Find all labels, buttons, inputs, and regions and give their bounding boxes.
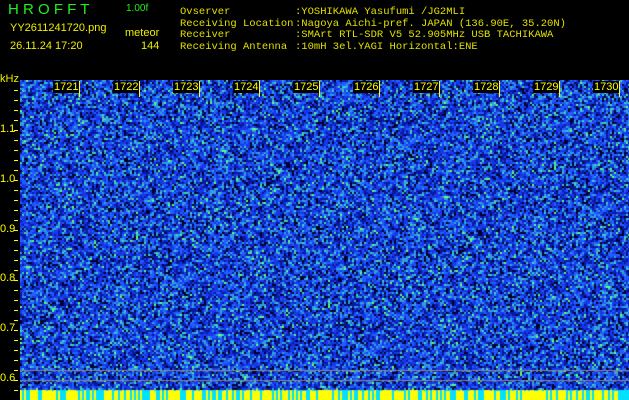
time-label: 1728 <box>473 81 500 93</box>
time-label: 1730 <box>593 81 620 93</box>
time-tick <box>559 81 560 97</box>
version-label: 1.00f <box>126 3 149 14</box>
y-minor-tick <box>14 270 18 271</box>
y-minor-tick <box>14 370 18 371</box>
y-minor-tick <box>14 390 18 391</box>
y-minor-tick <box>14 220 18 221</box>
spectrogram <box>20 80 629 400</box>
y-minor-tick <box>14 200 18 201</box>
datetime-label: 26.11.24 17:20 <box>10 40 83 52</box>
y-minor-tick <box>14 350 18 351</box>
time-label: 1723 <box>173 81 200 93</box>
time-tick <box>259 81 260 97</box>
time-label: 1729 <box>533 81 560 93</box>
y-minor-tick <box>14 90 18 91</box>
y-minor-tick <box>14 360 18 361</box>
filename-label: YY2611241720.png <box>10 22 107 34</box>
y-tick-label: 1.1 <box>0 123 16 135</box>
y-tick-label: 0.7 <box>0 322 16 335</box>
y-tick-label: 0.6 <box>0 372 16 384</box>
info-label-receiver: Receiver <box>180 29 231 41</box>
y-minor-tick <box>14 190 18 191</box>
y-minor-tick <box>14 250 18 251</box>
y-minor-tick <box>14 320 18 321</box>
info-label-antenna: Receiving Antenna <box>180 40 288 53</box>
info-value-receiver: :SMArt RTL-SDR V5 52.905MHz USB TACHIKAW… <box>295 29 554 41</box>
y-minor-tick <box>14 160 18 161</box>
y-minor-tick <box>14 260 18 261</box>
y-minor-tick <box>14 170 18 171</box>
info-value-antenna: :10mH 3el.YAGI Horizontal:ENE <box>295 40 478 53</box>
time-tick <box>79 81 80 97</box>
y-minor-tick <box>14 110 18 111</box>
time-tick <box>619 81 620 97</box>
info-label-observer: Ovserver <box>180 6 231 18</box>
y-minor-tick <box>14 140 18 141</box>
y-minor-tick <box>14 310 18 311</box>
time-tick <box>439 81 440 97</box>
app-title: H R O F F T <box>8 1 90 18</box>
y-minor-tick <box>14 290 18 291</box>
time-tick <box>319 81 320 97</box>
y-minor-tick <box>14 210 18 211</box>
time-label: 1721 <box>53 81 80 93</box>
time-label: 1722 <box>113 81 140 93</box>
y-unit-label: kHz <box>0 73 19 85</box>
y-tick-label: 1.0 <box>0 172 16 185</box>
y-minor-tick <box>14 300 18 301</box>
time-tick <box>139 81 140 97</box>
time-label: 1726 <box>353 81 380 93</box>
time-tick <box>379 81 380 97</box>
y-tick-label: 0.8 <box>0 272 16 285</box>
time-label: 1725 <box>293 81 320 93</box>
y-minor-tick <box>14 120 18 121</box>
time-label: 1727 <box>413 81 440 93</box>
y-minor-tick <box>14 100 18 101</box>
mode-label: meteor <box>125 27 160 39</box>
y-minor-tick <box>14 340 18 341</box>
info-value-observer: :YOSHIKAWA Yasufumi /JG2MLI <box>295 6 466 18</box>
y-minor-tick <box>14 150 18 151</box>
time-label: 1724 <box>233 81 260 93</box>
y-minor-tick <box>14 240 18 241</box>
y-tick-label: 0.9 <box>0 222 16 235</box>
count-label: 144 <box>141 40 160 52</box>
time-tick <box>199 81 200 97</box>
time-tick <box>499 81 500 97</box>
